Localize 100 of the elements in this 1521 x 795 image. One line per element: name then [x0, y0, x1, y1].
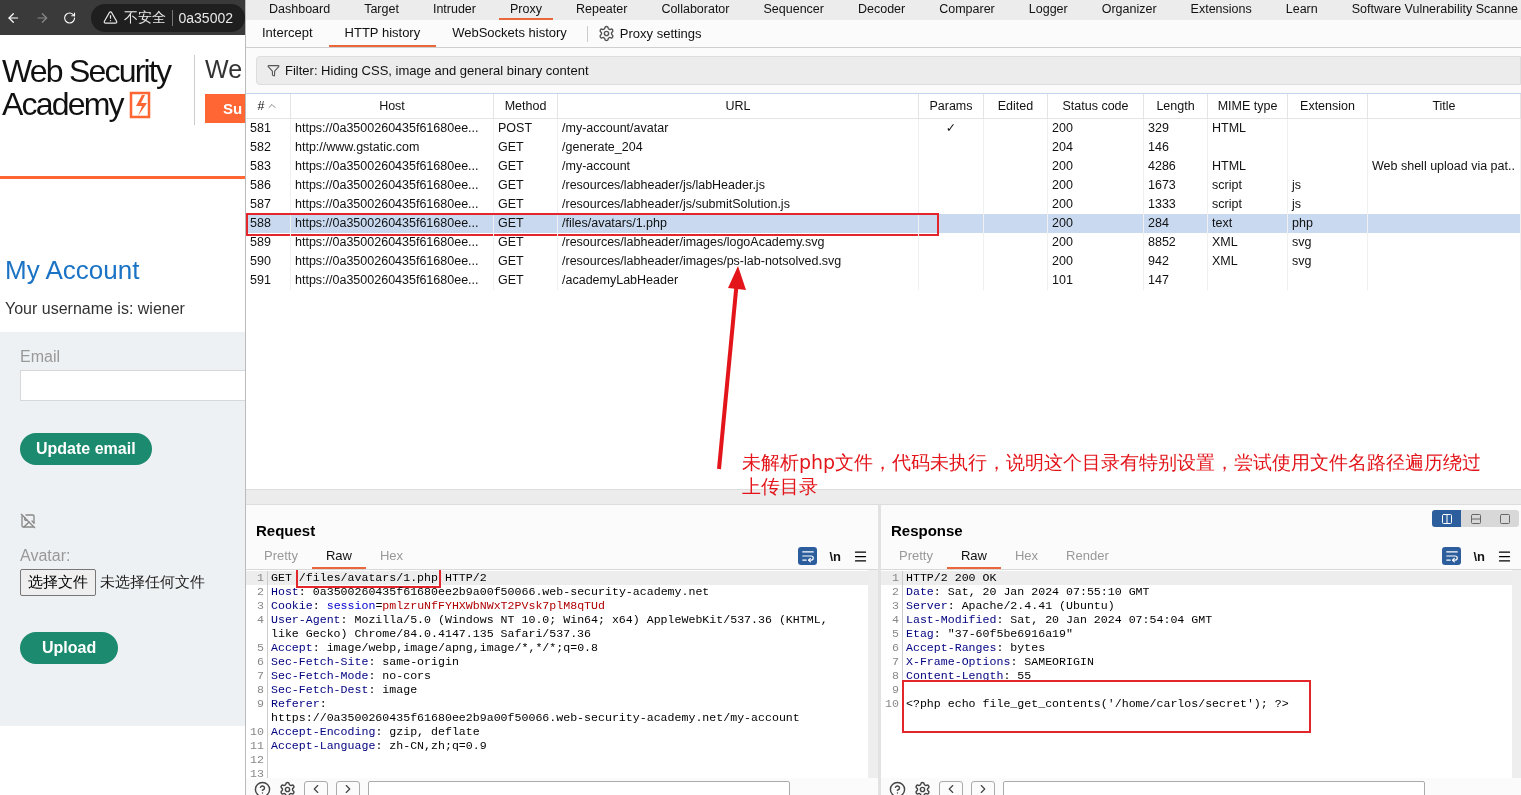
table-cell: 589 — [246, 233, 291, 252]
help-icon[interactable] — [254, 781, 271, 795]
sub-tab[interactable]: Intercept — [246, 20, 329, 47]
main-tab[interactable]: Extensions — [1179, 0, 1263, 20]
line-number: 11 — [246, 739, 268, 753]
search-field[interactable] — [1003, 781, 1425, 795]
main-tab[interactable]: Software Vulnerability Scanne — [1340, 0, 1521, 20]
filter-bar[interactable]: Filter: Hiding CSS, image and general binary content — [256, 56, 1521, 85]
choose-file-button[interactable]: 选择文件 — [20, 569, 96, 596]
main-tab[interactable]: Logger — [1017, 0, 1079, 20]
email-field[interactable] — [20, 370, 245, 401]
header-text: We — [205, 55, 244, 84]
settings-icon[interactable] — [279, 781, 296, 795]
back-button[interactable] — [304, 781, 328, 795]
column-header[interactable]: Params — [919, 94, 984, 118]
column-header[interactable]: URL — [558, 94, 919, 118]
table-cell: 582 — [246, 138, 291, 157]
square-icon — [1498, 512, 1511, 525]
wrap-button[interactable] — [1442, 547, 1462, 565]
wrap-button[interactable] — [798, 547, 818, 565]
column-header[interactable]: Title — [1368, 94, 1521, 118]
column-header[interactable]: Extension — [1288, 94, 1368, 118]
main-tab[interactable]: Dashboard — [258, 0, 342, 20]
table-cell: GET — [494, 195, 558, 214]
table-row[interactable]: 581 https://0a3500260435f61680ee... POST /my-account/avatar ✓ 200 329 HTML — [246, 119, 1521, 138]
code-editor[interactable] — [246, 570, 878, 778]
code-line: Cookie: session=pmlzruNfFYHXWbNWxT2PVsk7plM8qTUd — [271, 599, 605, 613]
main-tab[interactable]: Comparer — [928, 0, 1006, 20]
main-tab[interactable]: Sequencer — [752, 0, 835, 20]
table-row[interactable]: 582 http://www.gstatic.com GET /generate_204 204 146 — [246, 138, 1521, 157]
table-cell: /generate_204 — [558, 138, 919, 157]
table-cell: 586 — [246, 176, 291, 195]
forward-button[interactable] — [971, 781, 995, 795]
sub-tab[interactable]: WebSockets history — [436, 20, 583, 47]
proxy-settings-button[interactable]: Proxy settings — [597, 20, 702, 47]
table-cell: 8852 — [1144, 233, 1208, 252]
newline-toggle[interactable]: \n — [1473, 548, 1485, 564]
table-row[interactable]: 586 https://0a3500260435f61680ee... GET /resources/labheader/js/labHeader.js 200 1673 script js — [246, 176, 1521, 195]
table-row[interactable]: 588 https://0a3500260435f61680ee... GET /files/avatars/1.php 200 284 text php — [246, 214, 1521, 233]
code-editor[interactable] — [881, 570, 1521, 778]
column-header[interactable]: Length — [1144, 94, 1208, 118]
main-tab[interactable]: Target — [353, 0, 410, 20]
table-cell: script — [1208, 176, 1288, 195]
table-cell: 4286 — [1144, 157, 1208, 176]
newline-toggle[interactable]: \n — [829, 548, 841, 564]
help-icon[interactable] — [889, 781, 906, 795]
rows-icon — [1469, 512, 1482, 525]
table-cell: http://www.gstatic.com — [291, 138, 494, 157]
table-row[interactable]: 589 https://0a3500260435f61680ee... GET /resources/labheader/images/logoAcademy.svg 200 8852 XML svg — [246, 233, 1521, 252]
code-text: HTTP/2 — [443, 571, 487, 585]
code-line: <?php echo file_get_contents('/home/carlos/secret'); ?> — [906, 697, 1289, 711]
table-cell: HTML — [1208, 157, 1288, 176]
layout-toggle[interactable] — [1461, 510, 1490, 527]
panel-title: Response — [891, 522, 963, 541]
upload-button[interactable]: Upload — [20, 632, 119, 664]
main-tab[interactable]: Collaborator — [650, 0, 741, 20]
table-cell: 329 — [1144, 119, 1208, 138]
layout-toggle[interactable] — [1490, 510, 1519, 527]
forward-button[interactable] — [336, 781, 360, 795]
table-cell: 581 — [246, 119, 291, 138]
table-row[interactable]: 590 https://0a3500260435f61680ee... GET /resources/labheader/images/ps-lab-notsolved.svg 200 942 XML svg — [246, 252, 1521, 271]
layout-toggle[interactable] — [1432, 510, 1461, 527]
back-button[interactable] — [939, 781, 963, 795]
column-header[interactable]: # — [246, 94, 291, 118]
column-header[interactable]: Method — [494, 94, 558, 118]
broken-image-icon — [20, 513, 36, 529]
main-tab[interactable]: Decoder — [846, 0, 917, 20]
search-field[interactable] — [368, 781, 790, 795]
table-cell: 1673 — [1144, 176, 1208, 195]
table-cell: 200 — [1048, 233, 1144, 252]
code-line: Host: 0a3500260435f61680ee2b9a00f50066.web-security-academy.net — [271, 585, 710, 599]
settings-icon[interactable] — [914, 781, 931, 795]
column-header[interactable]: Edited — [984, 94, 1048, 118]
username-text: Your username is: wiener — [5, 300, 186, 318]
table-cell: https://0a3500260435f61680ee... — [291, 233, 494, 252]
column-header[interactable]: Host — [291, 94, 494, 118]
table-cell: 200 — [1048, 176, 1144, 195]
main-tab[interactable]: Repeater — [564, 0, 639, 20]
line-number: 5 — [881, 627, 903, 641]
table-cell: svg — [1288, 233, 1368, 252]
code-line: Accept-Encoding: gzip, deflate — [271, 725, 480, 739]
main-tab[interactable]: Organizer — [1090, 0, 1168, 20]
logo-text: Web Security — [2, 55, 172, 88]
main-tab[interactable]: Learn — [1274, 0, 1329, 20]
table-cell: https://0a3500260435f61680ee... — [291, 252, 494, 271]
table-cell: https://0a3500260435f61680ee... — [291, 195, 494, 214]
table-cell: https://0a3500260435f61680ee... — [291, 157, 494, 176]
column-header[interactable]: MIME type — [1208, 94, 1288, 118]
column-header[interactable]: Status code — [1048, 94, 1144, 118]
table-cell: 146 — [1144, 138, 1208, 157]
menu-icon[interactable] — [1497, 548, 1512, 564]
address-bar[interactable]: 不安全 0a35002 — [90, 3, 245, 32]
page-heading: My Account — [5, 255, 141, 286]
table-cell: GET — [494, 233, 558, 252]
table-row[interactable]: 583 https://0a3500260435f61680ee... GET /my-account 200 4286 HTML Web shell upload via pat.. — [246, 157, 1521, 176]
main-tab[interactable]: Intruder — [421, 0, 487, 20]
update-email-button[interactable]: Update email — [20, 433, 152, 465]
menu-icon[interactable] — [853, 548, 868, 564]
line-number: 7 — [246, 669, 268, 683]
line-number: 12 — [246, 753, 268, 767]
